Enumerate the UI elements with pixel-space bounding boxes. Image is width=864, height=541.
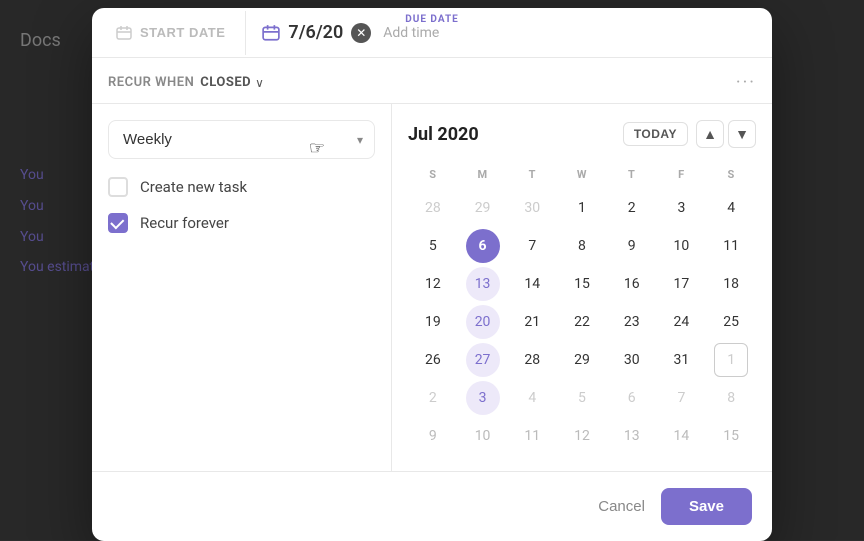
weekday-s2: S xyxy=(706,164,756,185)
recur-forever-label: Recur forever xyxy=(140,214,229,232)
calendar-day[interactable]: 6 xyxy=(615,381,649,415)
frequency-select-wrapper: Daily Weekly Monthly Yearly ▾ ☞ xyxy=(108,120,375,159)
recur-forever-checkbox[interactable] xyxy=(108,213,128,233)
start-date-button[interactable]: START DATE xyxy=(108,11,246,55)
create-new-task-checkbox[interactable] xyxy=(108,177,128,197)
calendar-day[interactable]: 8 xyxy=(565,229,599,263)
calendar-day[interactable]: 4 xyxy=(714,191,748,225)
calendar-day[interactable]: 21 xyxy=(515,305,549,339)
due-date-label: DUE DATE xyxy=(405,14,459,25)
calendar-day[interactable]: 25 xyxy=(714,305,748,339)
due-date-header: DUE DATE START DATE 7/6 xyxy=(92,8,772,58)
calendar-day[interactable]: 30 xyxy=(615,343,649,377)
calendar-day[interactable]: 23 xyxy=(615,305,649,339)
calendar-month-year: Jul 2020 xyxy=(408,124,623,145)
clear-due-date-button[interactable]: ✕ xyxy=(351,23,371,43)
calendar-day[interactable]: 16 xyxy=(615,267,649,301)
calendar-day[interactable]: 14 xyxy=(664,419,698,453)
due-date-section: 7/6/20 ✕ Add time xyxy=(246,8,756,57)
start-date-label: START DATE xyxy=(140,25,225,40)
calendar-prev-button[interactable]: ▲ xyxy=(696,120,724,148)
calendar-day[interactable]: 11 xyxy=(714,229,748,263)
calendar-day[interactable]: 5 xyxy=(565,381,599,415)
modal-overlay: DUE DATE START DATE 7/6 xyxy=(0,0,864,540)
calendar-day[interactable]: 15 xyxy=(714,419,748,453)
calendar-selected-day[interactable]: 27 xyxy=(466,343,500,377)
calendar-header: Jul 2020 TODAY ▲ ▼ xyxy=(408,120,756,148)
calendar-day[interactable]: 2 xyxy=(615,191,649,225)
calendar-day[interactable]: 10 xyxy=(466,419,500,453)
calendar-day[interactable]: 17 xyxy=(664,267,698,301)
calendar-day[interactable]: 14 xyxy=(515,267,549,301)
calendar-day[interactable]: 3 xyxy=(664,191,698,225)
weekday-s1: S xyxy=(408,164,458,185)
create-new-task-option[interactable]: Create new task xyxy=(108,177,375,197)
calendar-selected-day[interactable]: 20 xyxy=(466,305,500,339)
calendar-day[interactable]: 28 xyxy=(416,191,450,225)
calendar-day[interactable]: 9 xyxy=(416,419,450,453)
calendar-days: 28 29 30 1 2 3 4 5 6 7 8 9 10 xyxy=(408,189,756,455)
calendar-day[interactable]: 19 xyxy=(416,305,450,339)
recur-label: RECUR WHEN xyxy=(108,75,194,90)
calendar-day[interactable]: 28 xyxy=(515,343,549,377)
calendar-day[interactable]: 1 xyxy=(714,343,748,377)
calendar-day[interactable]: 7 xyxy=(664,381,698,415)
calendar-selected-day[interactable]: 13 xyxy=(466,267,500,301)
create-new-task-label: Create new task xyxy=(140,178,247,196)
calendar-day[interactable]: 18 xyxy=(714,267,748,301)
calendar-day[interactable]: 15 xyxy=(565,267,599,301)
calendar-day[interactable]: 24 xyxy=(664,305,698,339)
calendar-day[interactable]: 1 xyxy=(565,191,599,225)
recur-section: RECUR WHEN CLOSED ∨ ··· xyxy=(92,58,772,104)
calendar-today[interactable]: 6 xyxy=(466,229,500,263)
calendar-day[interactable]: 22 xyxy=(565,305,599,339)
calendar-day[interactable]: 31 xyxy=(664,343,698,377)
modal-footer: Cancel Save xyxy=(92,471,772,541)
modal-body: Daily Weekly Monthly Yearly ▾ ☞ Create n… xyxy=(92,104,772,471)
calendar-selected-day[interactable]: 3 xyxy=(466,381,500,415)
cancel-button[interactable]: Cancel xyxy=(598,498,645,515)
calendar-day[interactable]: 7 xyxy=(515,229,549,263)
calendar-day[interactable]: 11 xyxy=(515,419,549,453)
calendar-day[interactable]: 2 xyxy=(416,381,450,415)
calendar-day[interactable]: 26 xyxy=(416,343,450,377)
add-time-link[interactable]: Add time xyxy=(383,25,439,41)
modal: DUE DATE START DATE 7/6 xyxy=(92,8,772,541)
weekday-t1: T xyxy=(507,164,557,185)
today-button[interactable]: TODAY xyxy=(623,122,688,146)
calendar-day[interactable]: 8 xyxy=(714,381,748,415)
recur-dropdown-arrow[interactable]: ∨ xyxy=(255,76,264,90)
calendar-day[interactable]: 12 xyxy=(565,419,599,453)
calendar-day[interactable]: 9 xyxy=(615,229,649,263)
calendar-day[interactable]: 30 xyxy=(515,191,549,225)
left-panel: Daily Weekly Monthly Yearly ▾ ☞ Create n… xyxy=(92,104,392,471)
recur-forever-option[interactable]: Recur forever xyxy=(108,213,375,233)
calendar-day[interactable]: 29 xyxy=(565,343,599,377)
recur-closed-label: CLOSED xyxy=(200,75,251,90)
recur-more-button[interactable]: ··· xyxy=(736,72,756,93)
calendar-icon xyxy=(116,25,132,41)
calendar-day[interactable]: 12 xyxy=(416,267,450,301)
calendar-grid: S M T W T F S 28 29 30 1 xyxy=(408,164,756,455)
due-calendar-icon xyxy=(262,24,280,42)
calendar-day[interactable]: 13 xyxy=(615,419,649,453)
weekday-t2: T xyxy=(607,164,657,185)
frequency-select[interactable]: Daily Weekly Monthly Yearly xyxy=(108,120,375,159)
calendar-panel: Jul 2020 TODAY ▲ ▼ S M T W T F S xyxy=(392,104,772,471)
weekday-w: W xyxy=(557,164,607,185)
calendar-weekdays: S M T W T F S xyxy=(408,164,756,185)
weekday-f: F xyxy=(657,164,707,185)
calendar-day[interactable]: 29 xyxy=(466,191,500,225)
due-date-value: 7/6/20 xyxy=(288,22,343,43)
calendar-next-button[interactable]: ▼ xyxy=(728,120,756,148)
calendar-day[interactable]: 5 xyxy=(416,229,450,263)
calendar-day[interactable]: 4 xyxy=(515,381,549,415)
weekday-m: M xyxy=(458,164,508,185)
calendar-day[interactable]: 10 xyxy=(664,229,698,263)
save-button[interactable]: Save xyxy=(661,488,752,525)
